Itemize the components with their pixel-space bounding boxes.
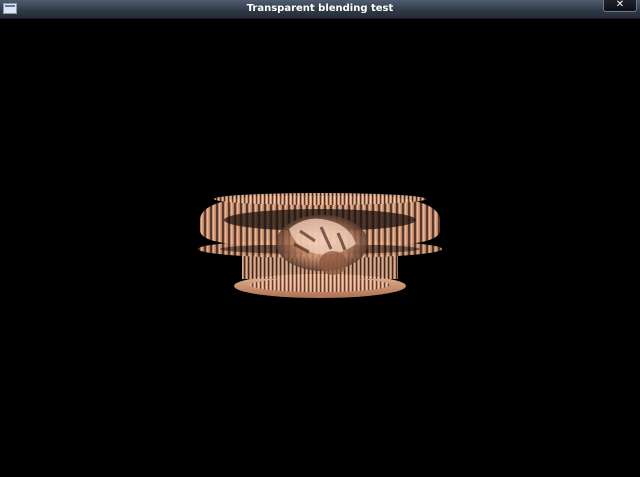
blended-torus-object: [198, 193, 442, 298]
close-icon: ✕: [615, 0, 625, 10]
window-title: Transparent blending test: [246, 3, 394, 14]
close-button[interactable]: ✕: [603, 0, 637, 12]
rendered-scene: [198, 193, 442, 298]
title-bar[interactable]: Transparent blending test ✕: [0, 0, 640, 19]
render-viewport: [0, 19, 640, 477]
app-window: Transparent blending test ✕: [0, 0, 640, 477]
